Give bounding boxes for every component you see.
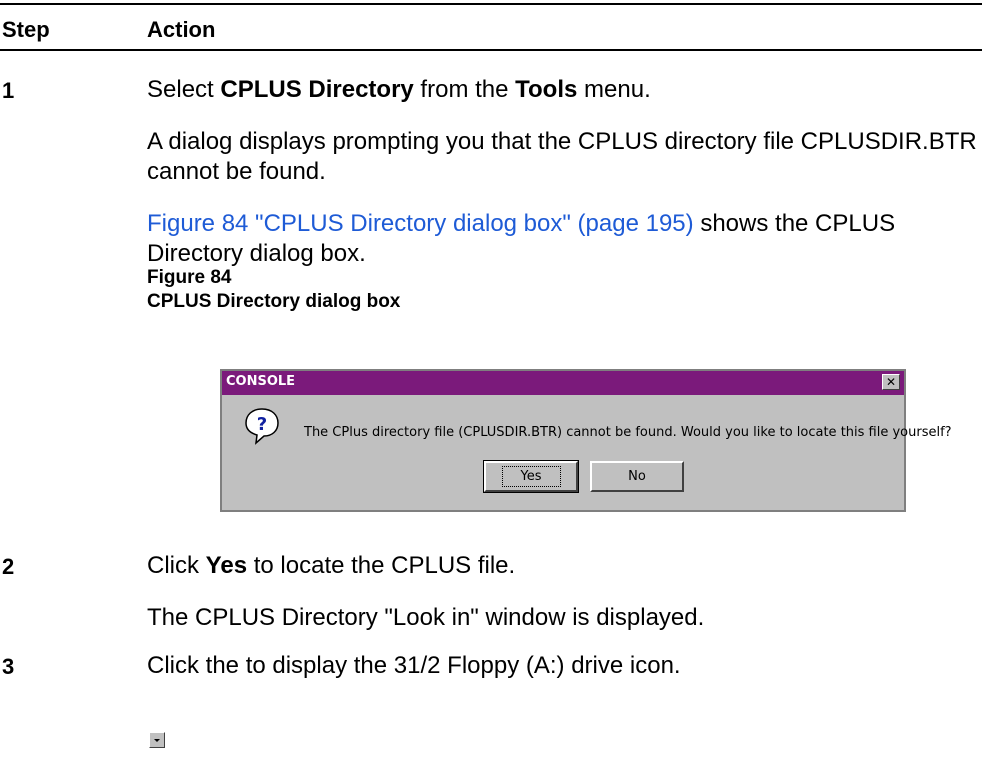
yes-button-label: Yes <box>501 466 561 487</box>
column-header-step: Step <box>2 17 50 42</box>
step-1-instruction: Select CPLUS Directory from the Tools me… <box>147 76 651 103</box>
svg-text:?: ? <box>257 414 267 435</box>
header-rule <box>0 49 982 51</box>
yes-button[interactable]: Yes <box>483 460 579 493</box>
dialog-title: CONSOLE <box>226 374 296 389</box>
step-1-paragraph: A dialog displays prompting you that the… <box>147 128 977 185</box>
figure-title: CPLUS Directory dialog box <box>147 291 401 312</box>
step-number-1: 1 <box>2 78 15 103</box>
figure-84-link[interactable]: Figure 84 "CPLUS Directory dialog box" (… <box>147 210 694 237</box>
dropdown-arrow-icon[interactable] <box>149 732 165 748</box>
step-2-instruction: Click Yes to locate the CPLUS file. <box>147 552 516 579</box>
dialog-message: The CPlus directory file (CPLUSDIR.BTR) … <box>304 425 952 440</box>
step-number-2: 2 <box>2 554 15 579</box>
question-icon: ? <box>245 408 279 445</box>
yes-reference: Yes <box>205 552 248 579</box>
column-header-action: Action <box>147 17 216 42</box>
step-number-3: 3 <box>2 654 15 679</box>
top-rule <box>0 3 982 5</box>
console-dialog: CONSOLE ✕ ? The CPlus directory file (CP… <box>220 369 952 512</box>
dialog-titlebar: CONSOLE ✕ <box>222 371 904 395</box>
figure-label: Figure 84 <box>147 267 232 288</box>
step-1-figure-reference: Figure 84 "CPLUS Directory dialog box" (… <box>147 210 896 267</box>
close-icon[interactable]: ✕ <box>882 374 900 390</box>
no-button[interactable]: No <box>590 461 684 492</box>
step-3-instruction: Click the to display the 31/2 Floppy (A:… <box>147 652 681 679</box>
menu-tools: Tools <box>515 76 578 103</box>
menu-item-cplus-directory: CPLUS Directory <box>220 76 414 103</box>
step-2-paragraph: The CPLUS Directory "Look in" window is … <box>147 604 705 631</box>
